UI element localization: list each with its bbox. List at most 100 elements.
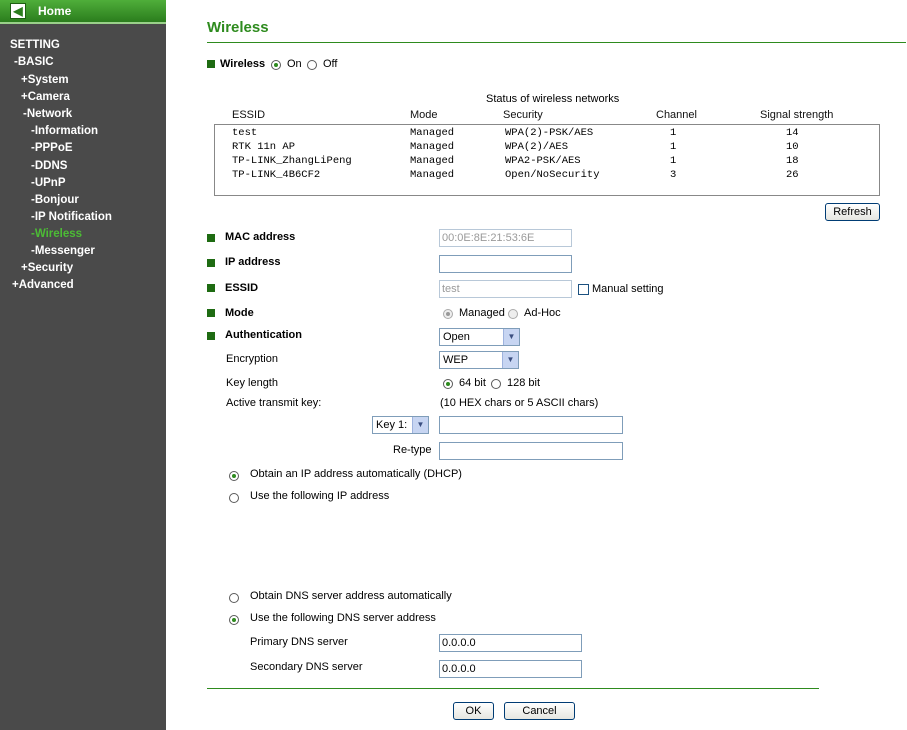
encryption-select[interactable]: WEP ▼ bbox=[439, 351, 519, 369]
home-link[interactable]: ◀ Home bbox=[0, 0, 166, 24]
key-field[interactable] bbox=[439, 416, 623, 434]
authentication-label: Authentication bbox=[225, 329, 302, 341]
mode-label: Mode bbox=[225, 307, 254, 319]
bullet-icon bbox=[207, 259, 215, 267]
row-security: Open/NoSecurity bbox=[505, 169, 600, 181]
title-divider bbox=[207, 42, 906, 43]
cancel-button[interactable]: Cancel bbox=[504, 702, 575, 720]
row-channel: 1 bbox=[670, 155, 677, 167]
dns-manual-label: Use the following DNS server address bbox=[250, 612, 436, 624]
dhcp-auto-label: Obtain an IP address automatically (DHCP… bbox=[250, 468, 462, 480]
col-signal: Signal strength bbox=[760, 109, 834, 121]
essid-label: ESSID bbox=[225, 282, 259, 294]
sidebar: ◀ Home SETTING -BASIC +System +Camera -N… bbox=[0, 0, 166, 730]
bullet-icon bbox=[207, 332, 215, 340]
row-security: WPA(2)-PSK/AES bbox=[505, 127, 594, 139]
dns-auto-label: Obtain DNS server address automatically bbox=[250, 590, 452, 602]
mac-label: MAC address bbox=[225, 231, 296, 243]
dns-auto-radio[interactable] bbox=[229, 593, 239, 603]
ip-manual-label: Use the following IP address bbox=[250, 490, 390, 502]
mode-adhoc-radio[interactable] bbox=[508, 309, 518, 319]
sidebar-item-wireless[interactable]: -Wireless bbox=[31, 228, 82, 240]
authentication-value: Open bbox=[443, 331, 470, 343]
wireless-on-radio[interactable] bbox=[271, 60, 281, 70]
wireless-off-radio[interactable] bbox=[307, 60, 317, 70]
dns-manual-radio[interactable] bbox=[229, 615, 239, 625]
page-title: Wireless bbox=[207, 19, 269, 36]
row-signal: 18 bbox=[786, 155, 799, 167]
mac-field: 00:0E:8E:21:53:6E bbox=[439, 229, 572, 247]
primary-dns-label: Primary DNS server bbox=[250, 636, 348, 648]
bullet-icon bbox=[207, 234, 215, 242]
sidebar-item-ip-notification[interactable]: -IP Notification bbox=[31, 211, 112, 223]
sidebar-item-pppoe[interactable]: -PPPoE bbox=[31, 142, 73, 154]
row-channel: 3 bbox=[670, 169, 677, 181]
manual-setting-label: Manual setting bbox=[592, 283, 664, 295]
ip-manual-radio[interactable] bbox=[229, 493, 239, 503]
row-signal: 14 bbox=[786, 127, 799, 139]
row-channel: 1 bbox=[670, 141, 677, 153]
secondary-dns-label: Secondary DNS server bbox=[250, 661, 363, 673]
sidebar-item-information[interactable]: -Information bbox=[31, 125, 98, 137]
col-channel: Channel bbox=[656, 109, 697, 121]
sidebar-item-upnp[interactable]: -UPnP bbox=[31, 177, 66, 189]
home-label: Home bbox=[38, 4, 72, 18]
dhcp-auto-radio[interactable] bbox=[229, 471, 239, 481]
sidebar-item-security[interactable]: +Security bbox=[21, 262, 73, 274]
bullet-icon bbox=[207, 284, 215, 292]
row-mode: Managed bbox=[410, 127, 455, 139]
sidebar-item-network[interactable]: -Network bbox=[23, 108, 72, 120]
mode-adhoc-label: Ad-Hoc bbox=[524, 307, 561, 319]
ok-button[interactable]: OK bbox=[453, 702, 494, 720]
sidebar-item-messenger[interactable]: -Messenger bbox=[31, 245, 95, 257]
encryption-value: WEP bbox=[443, 354, 469, 366]
chevron-down-icon: ▼ bbox=[503, 329, 519, 345]
refresh-button[interactable]: Refresh bbox=[825, 203, 880, 221]
row-security: WPA2-PSK/AES bbox=[505, 155, 581, 167]
essid-field[interactable]: test bbox=[439, 280, 572, 298]
retype-label: Re-type bbox=[393, 444, 432, 456]
col-essid: ESSID bbox=[232, 109, 266, 121]
key-128-label: 128 bit bbox=[507, 377, 541, 389]
manual-setting-checkbox[interactable] bbox=[578, 284, 589, 295]
wireless-label: Wireless bbox=[220, 58, 266, 70]
footer-divider bbox=[207, 688, 819, 689]
key-128-radio[interactable] bbox=[491, 379, 501, 389]
sidebar-heading-setting: SETTING bbox=[10, 39, 60, 51]
row-essid: TP-LINK_ZhangLiPeng bbox=[232, 155, 352, 167]
key-select[interactable]: Key 1: ▼ bbox=[372, 416, 429, 434]
key-select-value: Key 1: bbox=[376, 419, 408, 431]
bullet-icon bbox=[207, 309, 215, 317]
row-mode: Managed bbox=[410, 155, 455, 167]
row-essid: test bbox=[232, 127, 258, 139]
ip-label: IP address bbox=[225, 256, 281, 268]
ip-field[interactable] bbox=[439, 255, 572, 273]
primary-dns-field[interactable]: 0.0.0.0 bbox=[439, 634, 582, 652]
back-arrow-icon: ◀ bbox=[10, 3, 26, 19]
key-64-radio[interactable] bbox=[443, 379, 453, 389]
sidebar-item-system[interactable]: +System bbox=[21, 74, 69, 86]
wireless-on-label: On bbox=[287, 58, 302, 70]
col-security: Security bbox=[503, 109, 543, 121]
mode-managed-label: Managed bbox=[459, 307, 505, 319]
status-title: Status of wireless networks bbox=[486, 93, 620, 105]
row-security: WPA(2)/AES bbox=[505, 141, 569, 153]
row-mode: Managed bbox=[410, 169, 455, 181]
row-signal: 10 bbox=[786, 141, 799, 153]
row-essid: TP-LINK_4B6CF2 bbox=[232, 169, 321, 181]
row-essid: RTK 11n AP bbox=[232, 141, 296, 153]
row-channel: 1 bbox=[670, 127, 677, 139]
sidebar-item-basic[interactable]: -BASIC bbox=[14, 56, 54, 68]
secondary-dns-field[interactable]: 0.0.0.0 bbox=[439, 660, 582, 678]
authentication-select[interactable]: Open ▼ bbox=[439, 328, 520, 346]
sidebar-item-camera[interactable]: +Camera bbox=[21, 91, 70, 103]
sidebar-item-advanced[interactable]: +Advanced bbox=[12, 279, 74, 291]
sidebar-item-ddns[interactable]: -DDNS bbox=[31, 160, 67, 172]
wireless-off-label: Off bbox=[323, 58, 338, 70]
key-length-label: Key length bbox=[226, 377, 278, 389]
retype-field[interactable] bbox=[439, 442, 623, 460]
key-hint: (10 HEX chars or 5 ASCII chars) bbox=[440, 397, 599, 409]
mode-managed-radio[interactable] bbox=[443, 309, 453, 319]
row-signal: 26 bbox=[786, 169, 799, 181]
sidebar-item-bonjour[interactable]: -Bonjour bbox=[31, 194, 79, 206]
